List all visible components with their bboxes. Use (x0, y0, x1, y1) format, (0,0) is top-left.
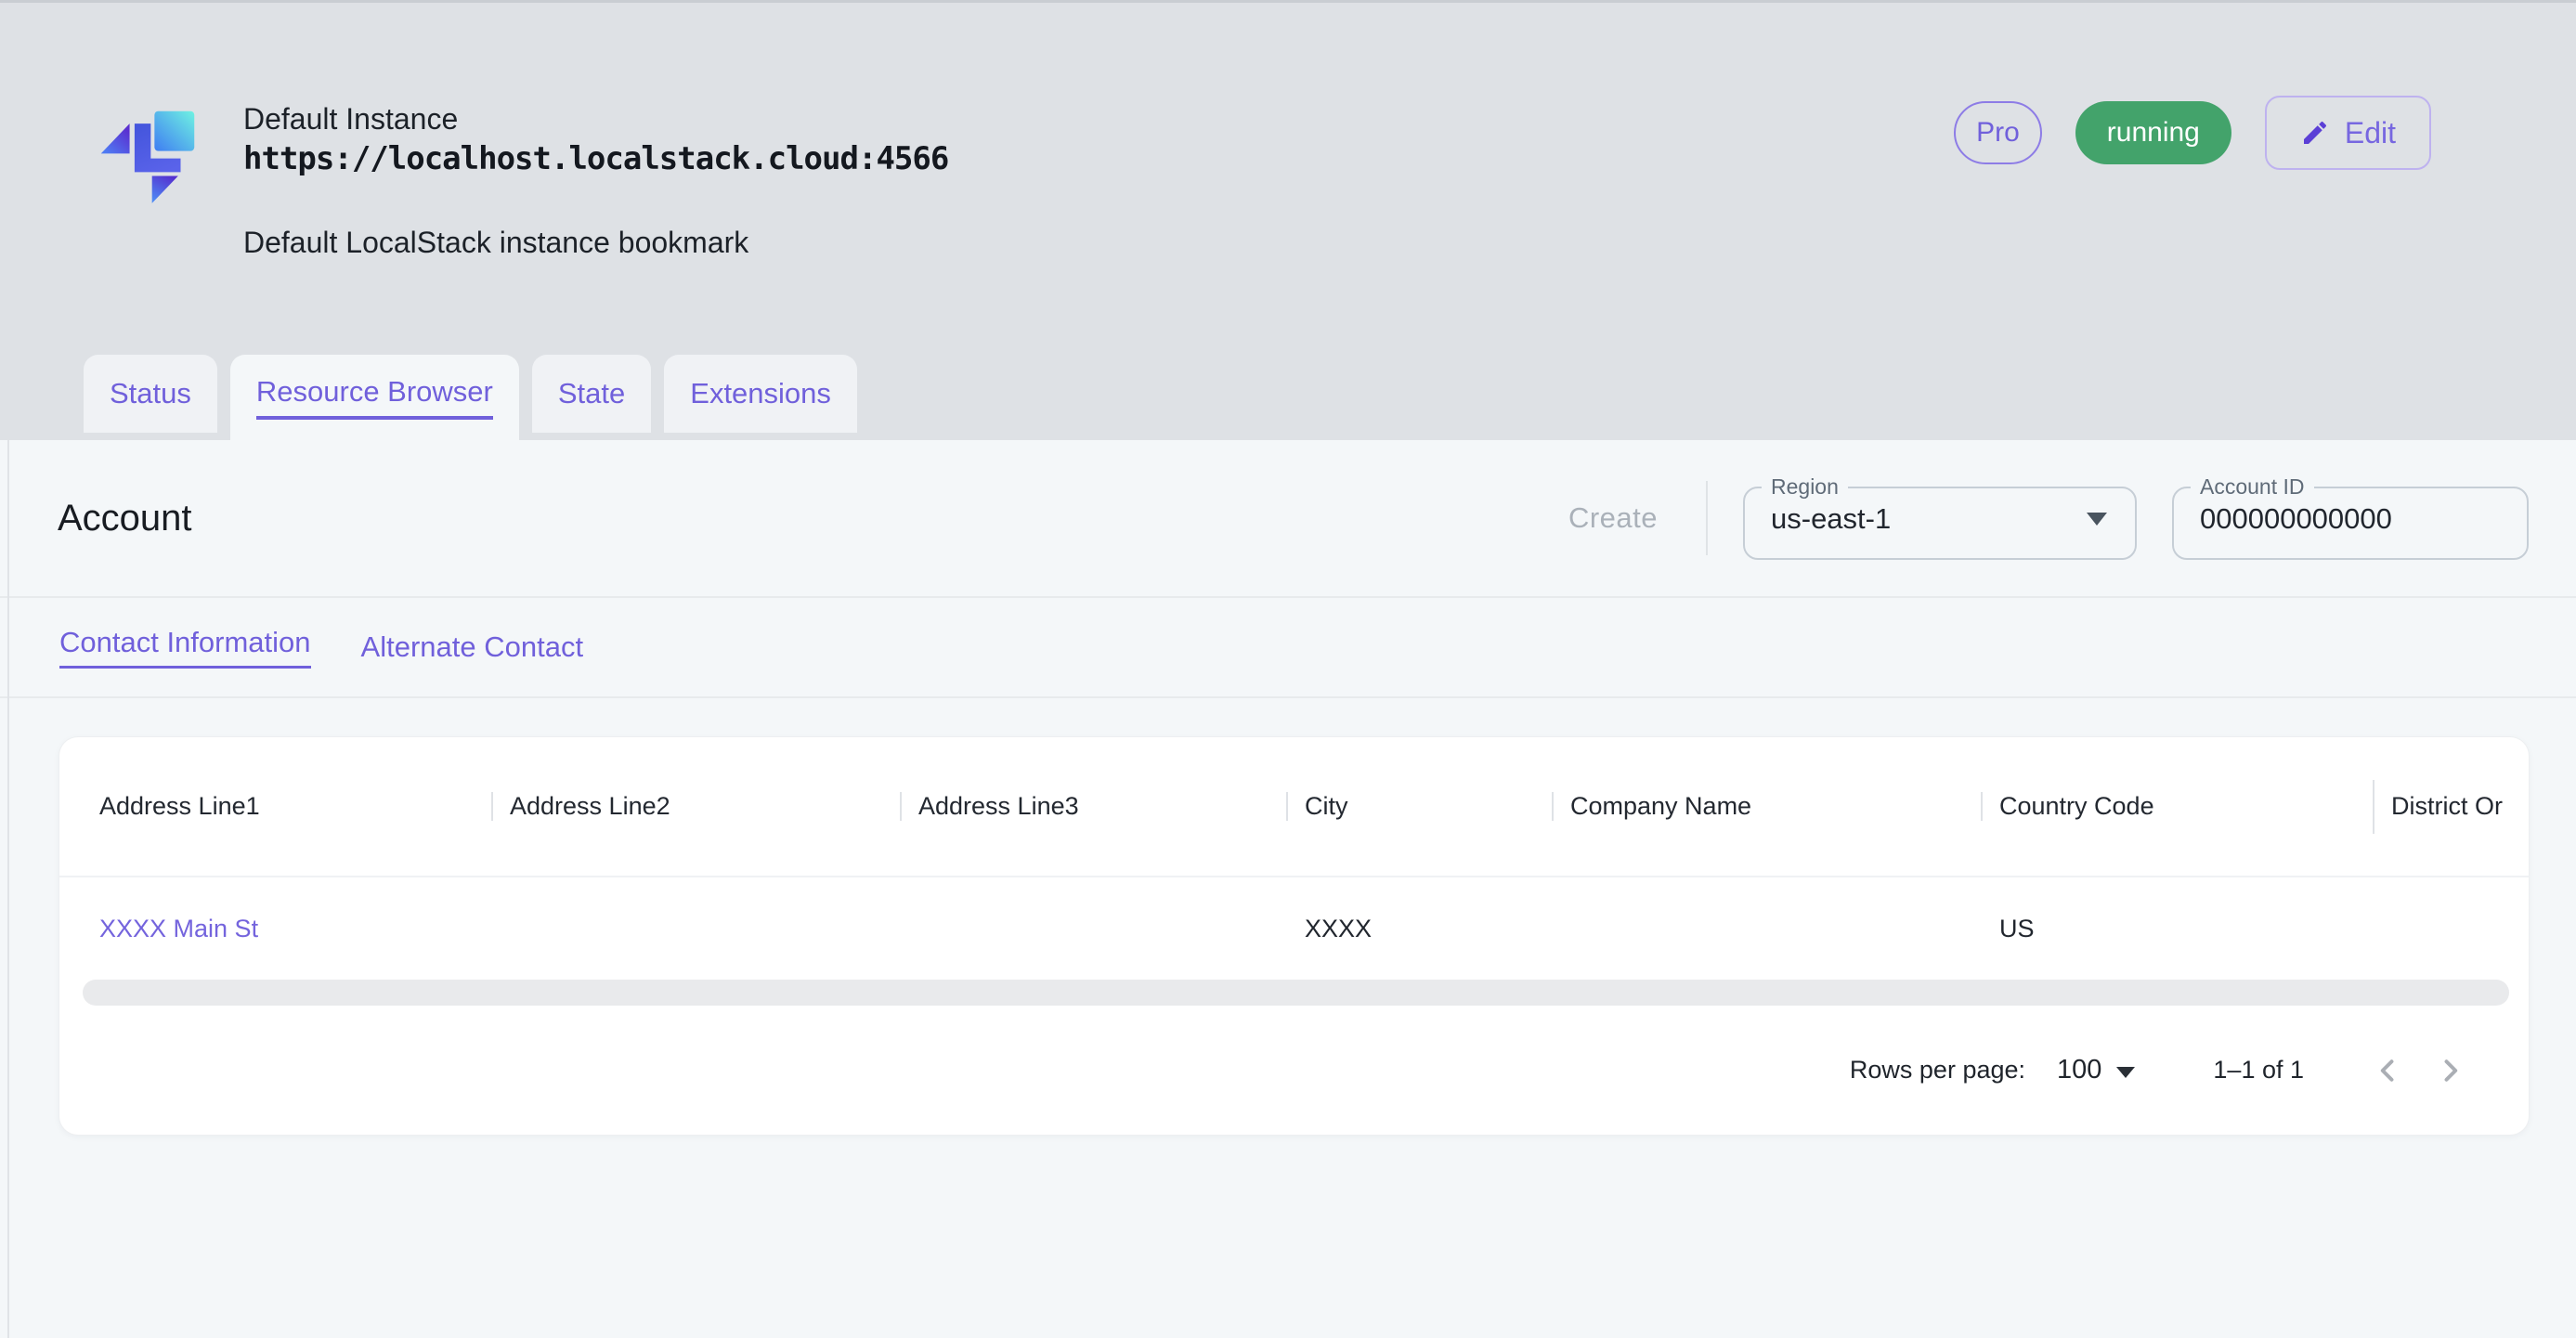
cell-city: XXXX (1286, 915, 1552, 943)
create-button[interactable]: Create (1568, 501, 1658, 535)
main-tabs: Status Resource Browser State Extensions (84, 355, 857, 440)
chevron-right-icon (2434, 1054, 2467, 1087)
resource-browser-panel: Account Create Region us-east-1 Account … (0, 440, 2576, 1338)
tab-resource-browser[interactable]: Resource Browser (230, 355, 519, 440)
instance-url: https://localhost.localstack.cloud:4566 (243, 138, 948, 179)
tab-state[interactable]: State (532, 355, 651, 433)
horizontal-scrollbar[interactable] (83, 980, 2509, 1006)
table-header-row: Address Line1 Address Line2 Address Line… (59, 737, 2529, 877)
chevron-left-icon (2371, 1054, 2404, 1087)
tab-label: Status (110, 377, 191, 410)
column-header-company-name: Company Name (1552, 792, 1981, 821)
column-header-country-code: Country Code (1981, 792, 2373, 821)
table-row[interactable]: XXXX Main St XXXX US (59, 877, 2529, 980)
edit-button-label: Edit (2345, 116, 2396, 150)
account-subtabs: Contact Information Alternate Contact (0, 598, 2576, 698)
account-id-field[interactable]: Account ID 000000000000 (2172, 476, 2529, 560)
region-label: Region (1762, 476, 1848, 498)
column-header-city: City (1286, 792, 1552, 821)
dropdown-caret-icon (2087, 513, 2107, 526)
cell-country-code: US (1981, 915, 2373, 943)
rows-per-page-value: 100 (2057, 1055, 2101, 1085)
pro-badge: Pro (1954, 101, 2042, 164)
rows-per-page-select[interactable]: 100 (2057, 1055, 2135, 1085)
tab-status[interactable]: Status (84, 355, 217, 433)
account-id-value: 000000000000 (2200, 502, 2499, 536)
previous-page-button[interactable] (2356, 1039, 2419, 1102)
contact-information-table-card: Address Line1 Address Line2 Address Line… (59, 737, 2529, 1135)
edit-button[interactable]: Edit (2265, 96, 2431, 170)
running-status-badge: running (2075, 101, 2231, 164)
panel-left-edge (7, 440, 9, 1338)
region-value: us-east-1 (1771, 502, 2087, 536)
pencil-icon (2300, 118, 2330, 148)
pagination-bar: Rows per page: 100 1–1 of 1 (59, 1006, 2529, 1135)
tab-label: Resource Browser (256, 375, 493, 420)
toolbar-divider (1706, 481, 1708, 555)
instance-title: Default Instance (243, 99, 948, 138)
tab-label: State (558, 377, 625, 410)
cell-address-line1-link[interactable]: XXXX Main St (59, 915, 491, 943)
instance-header: Default Instance https://localhost.local… (0, 3, 2576, 440)
subtab-contact-information[interactable]: Contact Information (59, 626, 311, 669)
column-header-district: District Or (2373, 792, 2529, 821)
dropdown-caret-icon (2116, 1067, 2135, 1078)
next-page-button[interactable] (2419, 1039, 2482, 1102)
rows-per-page-label: Rows per page: (1850, 1056, 2025, 1085)
account-toolbar: Account Create Region us-east-1 Account … (0, 440, 2576, 598)
subtab-alternate-contact[interactable]: Alternate Contact (361, 630, 584, 664)
region-select[interactable]: Region us-east-1 (1743, 476, 2137, 560)
column-header-address-line3: Address Line3 (900, 792, 1286, 821)
localstack-logo (87, 94, 212, 218)
pagination-range: 1–1 of 1 (2213, 1056, 2304, 1085)
instance-subtitle: Default LocalStack instance bookmark (243, 224, 948, 261)
tab-extensions[interactable]: Extensions (664, 355, 857, 433)
tab-label: Extensions (690, 377, 831, 410)
column-header-address-line2: Address Line2 (491, 792, 900, 821)
account-id-label: Account ID (2191, 476, 2314, 498)
column-header-address-line1: Address Line1 (59, 792, 491, 821)
page-title: Account (58, 498, 192, 539)
